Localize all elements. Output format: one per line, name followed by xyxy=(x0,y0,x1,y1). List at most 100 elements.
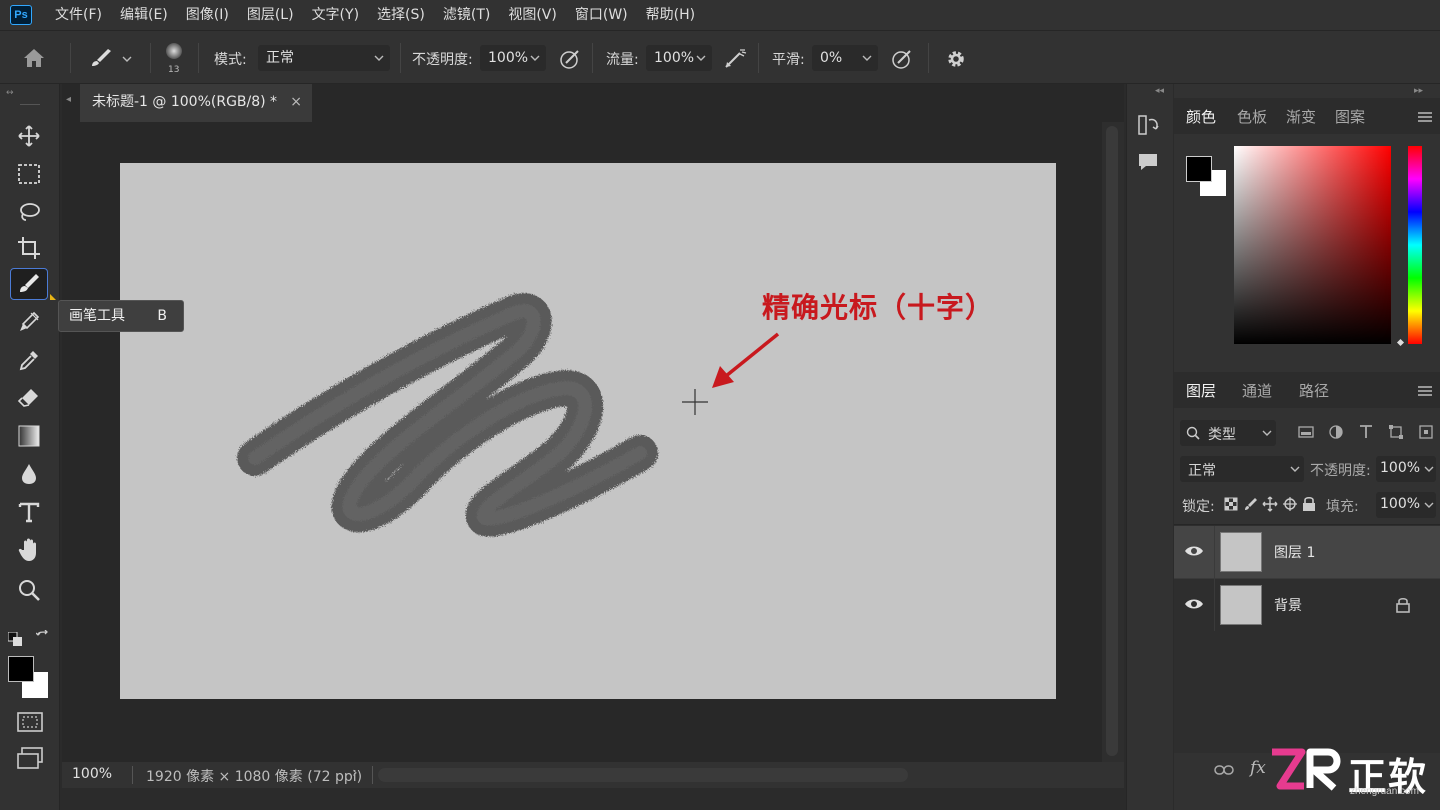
eye-icon[interactable] xyxy=(1184,597,1204,611)
menu-image[interactable]: 图像(I) xyxy=(177,0,238,30)
panel-foreground-swatch[interactable] xyxy=(1186,156,1212,182)
airbrush-icon[interactable] xyxy=(722,47,748,71)
opacity-label: 不透明度: xyxy=(412,52,473,68)
tab-channels[interactable]: 通道 xyxy=(1242,380,1272,401)
lock-all-icon[interactable] xyxy=(1302,496,1316,512)
blend-mode-dropdown[interactable]: 正常 xyxy=(1180,456,1304,482)
move-tool-icon[interactable] xyxy=(10,120,48,152)
filter-type-icon[interactable] xyxy=(1358,424,1374,440)
menu-edit[interactable]: 编辑(E) xyxy=(111,0,177,30)
tab-swatches[interactable]: 色板 xyxy=(1237,106,1267,127)
menu-filter[interactable]: 滤镜(T) xyxy=(434,0,499,30)
layer-row[interactable]: 图层 1 xyxy=(1174,526,1440,578)
tab-gradients[interactable]: 渐变 xyxy=(1286,106,1316,127)
lock-image-icon[interactable] xyxy=(1244,497,1258,511)
expand-icon[interactable]: ◂◂ xyxy=(1155,86,1164,96)
menu-help[interactable]: 帮助(H) xyxy=(637,0,704,30)
flow-label: 流量: xyxy=(606,52,639,68)
blur-tool-icon[interactable] xyxy=(10,458,48,490)
lasso-tool-icon[interactable] xyxy=(10,196,48,228)
menu-window[interactable]: 窗口(W) xyxy=(566,0,637,30)
screen-mode-icon[interactable] xyxy=(16,746,44,770)
layer-row[interactable]: 背景 xyxy=(1174,578,1440,631)
scrollbar-thumb[interactable] xyxy=(1106,126,1118,756)
chevron-down-icon xyxy=(696,55,706,61)
collapse-panels-icon[interactable]: ▸▸ xyxy=(1414,86,1423,96)
link-layers-icon[interactable] xyxy=(1214,764,1234,776)
fill-value: 100% xyxy=(1380,496,1421,512)
panel-menu-icon[interactable] xyxy=(1418,112,1432,122)
pressure-opacity-icon[interactable] xyxy=(558,47,582,71)
filter-adjustment-icon[interactable] xyxy=(1328,424,1344,440)
hand-tool-icon[interactable] xyxy=(10,534,48,566)
lock-transparent-icon[interactable] xyxy=(1224,497,1238,511)
clone-stamp-tool-icon[interactable] xyxy=(10,306,48,338)
filter-shape-icon[interactable] xyxy=(1388,424,1404,440)
comments-icon[interactable] xyxy=(1137,152,1159,172)
brush-tool-icon[interactable] xyxy=(10,268,48,300)
menu-type[interactable]: 文字(Y) xyxy=(303,0,368,30)
horizontal-scrollbar[interactable] xyxy=(378,768,908,782)
chevron-down-icon xyxy=(530,55,540,61)
layer-opacity-label: 不透明度: xyxy=(1310,463,1371,479)
mode-dropdown[interactable]: 正常 xyxy=(258,45,390,71)
gradient-tool-icon[interactable] xyxy=(10,420,48,452)
fill-field[interactable]: 100% xyxy=(1376,492,1436,518)
fx-button[interactable]: fx xyxy=(1250,758,1266,778)
chevron-down-icon[interactable] xyxy=(122,55,132,63)
close-icon[interactable]: × xyxy=(290,84,302,120)
chevron-right-icon[interactable]: › xyxy=(352,765,358,781)
watermark-logo xyxy=(1268,746,1344,794)
chevron-down-icon xyxy=(862,55,872,61)
layer-filter-dropdown[interactable]: 类型 xyxy=(1180,420,1276,446)
color-picker-field[interactable] xyxy=(1234,146,1391,344)
chevron-down-icon xyxy=(1424,502,1434,508)
eye-icon[interactable] xyxy=(1184,544,1204,558)
eyedropper-tool-icon[interactable] xyxy=(10,344,48,376)
tab-color[interactable]: 颜色 xyxy=(1186,106,1216,127)
zoom-tool-icon[interactable] xyxy=(10,574,48,606)
menu-select[interactable]: 选择(S) xyxy=(368,0,434,30)
tab-patterns[interactable]: 图案 xyxy=(1335,106,1365,127)
menu-layer[interactable]: 图层(L) xyxy=(238,0,303,30)
pressure-size-icon[interactable] xyxy=(890,47,914,71)
document-canvas[interactable] xyxy=(120,163,1056,699)
collapse-icon[interactable]: ↔ xyxy=(6,88,14,98)
tab-layers[interactable]: 图层 xyxy=(1186,380,1216,401)
tab-collapse-icon[interactable]: ◂ xyxy=(66,94,71,105)
layer-thumbnail xyxy=(1220,532,1262,572)
chevron-down-icon xyxy=(1290,466,1300,472)
document-tab[interactable]: 未标题-1 @ 100%(RGB/8) * × xyxy=(80,84,312,122)
menu-file[interactable]: 文件(F) xyxy=(46,0,111,30)
layers-panel-menu-icon[interactable] xyxy=(1418,386,1432,396)
smoothing-field[interactable]: 0% xyxy=(812,45,878,71)
brush-preset-icon[interactable] xyxy=(88,47,114,69)
history-icon[interactable] xyxy=(1137,114,1161,136)
marquee-tool-icon[interactable] xyxy=(10,158,48,190)
hue-slider[interactable] xyxy=(1408,146,1422,344)
tab-paths[interactable]: 路径 xyxy=(1299,380,1329,401)
filter-smart-object-icon[interactable] xyxy=(1418,424,1434,440)
menu-view[interactable]: 视图(V) xyxy=(499,0,566,30)
watermark-url: zhengruan.com xyxy=(1350,786,1419,797)
brush-size-picker[interactable] xyxy=(164,41,184,61)
home-icon[interactable] xyxy=(22,47,46,69)
tool-tooltip: 画笔工具 B xyxy=(58,300,184,332)
lock-position-icon[interactable] xyxy=(1262,496,1278,512)
foreground-color-swatch[interactable] xyxy=(8,656,34,682)
zoom-level[interactable]: 100% xyxy=(72,766,112,782)
gear-icon[interactable] xyxy=(944,47,968,71)
eraser-tool-icon[interactable] xyxy=(10,382,48,414)
type-tool-icon[interactable] xyxy=(10,496,48,528)
crop-tool-icon[interactable] xyxy=(10,232,48,264)
hue-slider-marker[interactable] xyxy=(1396,338,1405,347)
opacity-field[interactable]: 100% xyxy=(480,45,546,71)
default-colors-icon[interactable] xyxy=(8,632,22,646)
layer-opacity-field[interactable]: 100% xyxy=(1376,456,1436,482)
swap-colors-icon[interactable] xyxy=(36,630,50,644)
lock-artboard-icon[interactable] xyxy=(1282,496,1298,512)
lock-label: 锁定: xyxy=(1182,499,1215,515)
filter-pixel-icon[interactable] xyxy=(1298,424,1314,440)
quick-mask-icon[interactable] xyxy=(16,710,44,734)
flow-field[interactable]: 100% xyxy=(646,45,712,71)
